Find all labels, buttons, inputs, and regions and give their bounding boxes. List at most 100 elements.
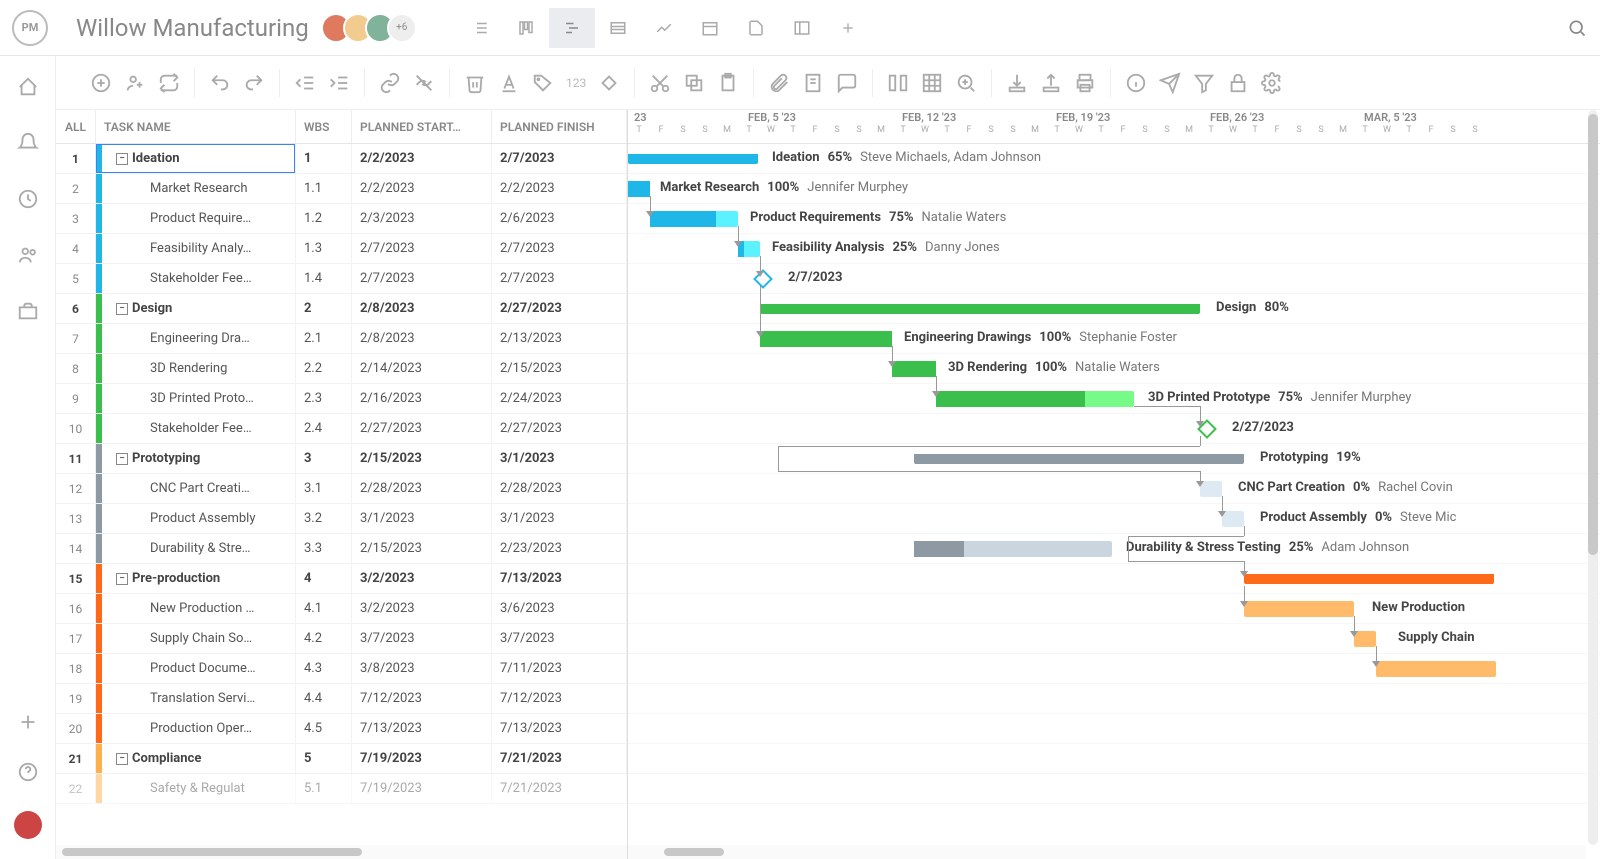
wbs-cell[interactable]: 2.4 bbox=[296, 414, 352, 443]
wbs-cell[interactable]: 3.1 bbox=[296, 474, 352, 503]
task-name-cell[interactable]: Stakeholder Fee… bbox=[96, 264, 296, 293]
collapse-icon[interactable]: − bbox=[116, 153, 128, 165]
gantt-bar[interactable] bbox=[914, 454, 1244, 464]
gantt-row[interactable]: Market Research100%Jennifer Murphey bbox=[628, 174, 1600, 204]
gantt-bar[interactable] bbox=[650, 211, 738, 227]
user-avatar[interactable] bbox=[14, 811, 42, 839]
wbs-cell[interactable]: 2.1 bbox=[296, 324, 352, 353]
start-cell[interactable]: 2/14/2023 bbox=[352, 354, 492, 383]
start-cell[interactable]: 3/7/2023 bbox=[352, 624, 492, 653]
project-title[interactable]: Willow Manufacturing bbox=[76, 14, 309, 42]
start-cell[interactable]: 3/2/2023 bbox=[352, 564, 492, 593]
finish-cell[interactable]: 3/1/2023 bbox=[492, 504, 627, 533]
wbs-cell[interactable]: 3 bbox=[296, 444, 352, 473]
view-add-icon[interactable] bbox=[825, 8, 871, 48]
finish-cell[interactable]: 2/27/2023 bbox=[492, 414, 627, 443]
table-row[interactable]: 20Production Oper…4.57/13/20237/13/2023 bbox=[56, 714, 627, 744]
send-icon[interactable] bbox=[1159, 72, 1181, 94]
col-all[interactable]: ALL bbox=[56, 110, 96, 143]
task-name-cell[interactable]: Safety & Regulat bbox=[96, 774, 296, 803]
finish-cell[interactable]: 2/7/2023 bbox=[492, 234, 627, 263]
table-row[interactable]: 10Stakeholder Fee…2.42/27/20232/27/2023 bbox=[56, 414, 627, 444]
gantt-bar[interactable] bbox=[760, 331, 892, 347]
table-row[interactable]: 22Safety & Regulat5.17/19/20237/21/2023 bbox=[56, 774, 627, 804]
settings-icon[interactable] bbox=[1261, 72, 1283, 94]
gantt-row[interactable]: Design80% bbox=[628, 294, 1600, 324]
gantt-bar[interactable] bbox=[1244, 574, 1494, 584]
columns-icon[interactable] bbox=[887, 72, 909, 94]
wbs-cell[interactable]: 1.4 bbox=[296, 264, 352, 293]
start-cell[interactable]: 7/12/2023 bbox=[352, 684, 492, 713]
task-name-cell[interactable]: Engineering Dra… bbox=[96, 324, 296, 353]
briefcase-icon[interactable] bbox=[17, 300, 39, 322]
gantt-row[interactable]: 2/27/2023 bbox=[628, 414, 1600, 444]
lock-icon[interactable] bbox=[1227, 72, 1249, 94]
gantt-bar[interactable] bbox=[892, 361, 936, 377]
copy-icon[interactable] bbox=[683, 72, 705, 94]
col-planned-start[interactable]: PLANNED START… bbox=[352, 110, 492, 143]
table-row[interactable]: 7Engineering Dra…2.12/8/20232/13/2023 bbox=[56, 324, 627, 354]
comment-icon[interactable] bbox=[836, 72, 858, 94]
table-row[interactable]: 6−Design22/8/20232/27/2023 bbox=[56, 294, 627, 324]
help-icon[interactable] bbox=[17, 761, 39, 783]
start-cell[interactable]: 2/16/2023 bbox=[352, 384, 492, 413]
task-name-cell[interactable]: −Compliance bbox=[96, 744, 296, 773]
plus-icon[interactable] bbox=[17, 711, 39, 733]
wbs-cell[interactable]: 4.5 bbox=[296, 714, 352, 743]
task-name-cell[interactable]: −Ideation bbox=[96, 144, 296, 173]
people-icon[interactable] bbox=[17, 244, 39, 266]
task-name-cell[interactable]: Durability & Stre… bbox=[96, 534, 296, 563]
grid-icon[interactable] bbox=[921, 72, 943, 94]
col-task-name[interactable]: TASK NAME bbox=[96, 110, 296, 143]
wbs-cell[interactable]: 1 bbox=[296, 144, 352, 173]
finish-cell[interactable]: 7/12/2023 bbox=[492, 684, 627, 713]
notes-icon[interactable] bbox=[802, 72, 824, 94]
gantt-row[interactable] bbox=[628, 654, 1600, 684]
task-name-cell[interactable]: 3D Rendering bbox=[96, 354, 296, 383]
table-row[interactable]: 3Product Require…1.22/3/20232/6/2023 bbox=[56, 204, 627, 234]
finish-cell[interactable]: 7/13/2023 bbox=[492, 564, 627, 593]
start-cell[interactable]: 2/2/2023 bbox=[352, 144, 492, 173]
table-row[interactable]: 21−Compliance57/19/20237/21/2023 bbox=[56, 744, 627, 774]
finish-cell[interactable]: 2/7/2023 bbox=[492, 144, 627, 173]
view-sheet-icon[interactable] bbox=[595, 8, 641, 48]
table-row[interactable]: 17Supply Chain So…4.23/7/20233/7/2023 bbox=[56, 624, 627, 654]
view-list-icon[interactable] bbox=[457, 8, 503, 48]
start-cell[interactable]: 2/15/2023 bbox=[352, 444, 492, 473]
gantt-row[interactable]: CNC Part Creation0%Rachel Covin bbox=[628, 474, 1600, 504]
finish-cell[interactable]: 2/15/2023 bbox=[492, 354, 627, 383]
collapse-icon[interactable]: − bbox=[116, 453, 128, 465]
collapse-icon[interactable]: − bbox=[116, 573, 128, 585]
task-name-cell[interactable]: Market Research bbox=[96, 174, 296, 203]
wbs-cell[interactable]: 2.3 bbox=[296, 384, 352, 413]
assign-icon[interactable] bbox=[124, 72, 146, 94]
finish-cell[interactable]: 2/28/2023 bbox=[492, 474, 627, 503]
start-cell[interactable]: 2/7/2023 bbox=[352, 234, 492, 263]
gantt-row[interactable]: Ideation65%Steve Michaels, Adam Johnson bbox=[628, 144, 1600, 174]
col-planned-finish[interactable]: PLANNED FINISH bbox=[492, 110, 627, 143]
filter-icon[interactable] bbox=[1193, 72, 1215, 94]
print-icon[interactable] bbox=[1074, 72, 1096, 94]
finish-cell[interactable]: 7/21/2023 bbox=[492, 774, 627, 803]
wbs-cell[interactable]: 1.3 bbox=[296, 234, 352, 263]
gantt-row[interactable]: Engineering Drawings100%Stephanie Foster bbox=[628, 324, 1600, 354]
avatar-more[interactable]: +6 bbox=[387, 13, 417, 43]
finish-cell[interactable]: 7/13/2023 bbox=[492, 714, 627, 743]
finish-cell[interactable]: 7/11/2023 bbox=[492, 654, 627, 683]
zoom-icon[interactable] bbox=[955, 72, 977, 94]
gantt-row[interactable]: Durability & Stress Testing25%Adam Johns… bbox=[628, 534, 1600, 564]
task-name-cell[interactable]: −Prototyping bbox=[96, 444, 296, 473]
wbs-cell[interactable]: 5.1 bbox=[296, 774, 352, 803]
table-row[interactable]: 15−Pre-production43/2/20237/13/2023 bbox=[56, 564, 627, 594]
gantt-row[interactable]: Supply Chain bbox=[628, 624, 1600, 654]
import-icon[interactable] bbox=[1006, 72, 1028, 94]
gantt-row[interactable]: New Production bbox=[628, 594, 1600, 624]
indent-icon[interactable] bbox=[328, 72, 350, 94]
task-name-cell[interactable]: Translation Servi… bbox=[96, 684, 296, 713]
start-cell[interactable]: 2/15/2023 bbox=[352, 534, 492, 563]
export-icon[interactable] bbox=[1040, 72, 1062, 94]
view-file-icon[interactable] bbox=[733, 8, 779, 48]
refresh-icon[interactable] bbox=[158, 72, 180, 94]
undo-icon[interactable] bbox=[209, 72, 231, 94]
col-wbs[interactable]: WBS bbox=[296, 110, 352, 143]
